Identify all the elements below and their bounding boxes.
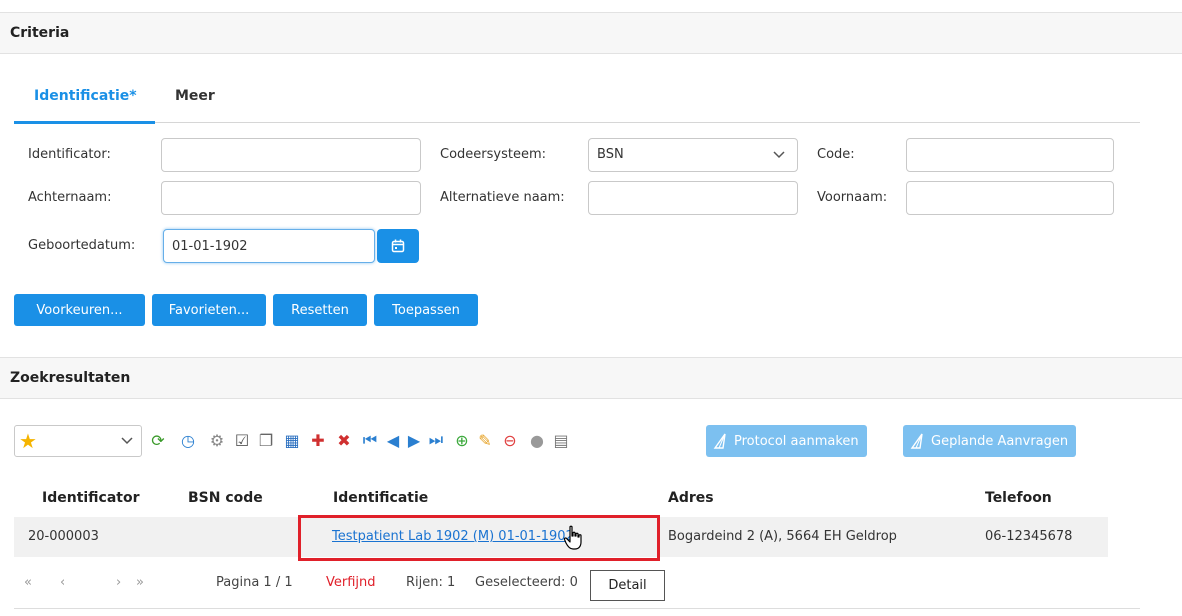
fin-icon bbox=[910, 433, 923, 449]
codeersysteem-label: Codeersysteem: bbox=[440, 147, 546, 162]
favorites-combo[interactable]: ★ bbox=[14, 425, 142, 457]
verfijnd-link[interactable]: Verfijnd bbox=[326, 575, 376, 590]
results-title: Zoekresultaten bbox=[10, 370, 131, 386]
hand-cursor-icon bbox=[563, 525, 585, 555]
remove-icon[interactable]: ⊖ bbox=[500, 430, 520, 450]
code-label: Code: bbox=[817, 147, 855, 162]
pager-rows: Rijen: 1 bbox=[406, 575, 456, 590]
voornaam-label: Voornaam: bbox=[817, 190, 888, 205]
bottom-divider bbox=[14, 608, 1140, 609]
voorkeuren-button[interactable]: Voorkeuren... bbox=[14, 294, 145, 326]
pager-page: Pagina 1 / 1 bbox=[216, 575, 293, 590]
results-header: Zoekresultaten bbox=[0, 357, 1182, 399]
calendar-icon bbox=[391, 239, 405, 253]
tab-active-indicator bbox=[14, 121, 155, 124]
toepassen-button[interactable]: Toepassen bbox=[374, 294, 478, 326]
gear-icon[interactable]: ⚙ bbox=[207, 430, 227, 450]
geboortedatum-input[interactable] bbox=[163, 229, 375, 263]
fin-icon bbox=[713, 433, 726, 449]
geplande-aanvragen-label: Geplande Aanvragen bbox=[931, 433, 1069, 449]
voornaam-input[interactable] bbox=[906, 181, 1114, 215]
pager-first[interactable]: « bbox=[24, 575, 32, 590]
last-page-icon[interactable]: ⏭ bbox=[426, 430, 446, 450]
geboortedatum-label: Geboortedatum: bbox=[28, 238, 136, 253]
column-header-identificatie[interactable]: Identificatie bbox=[333, 490, 428, 506]
edit-icon[interactable]: ✎ bbox=[475, 430, 495, 450]
copy-icon[interactable]: ❐ bbox=[256, 430, 276, 450]
tab-divider bbox=[14, 122, 1140, 123]
refresh-icon[interactable]: ⟳ bbox=[148, 430, 168, 450]
pager-last[interactable]: » bbox=[136, 575, 144, 590]
tab-meer[interactable]: Meer bbox=[175, 88, 215, 104]
alternatieve-naam-input[interactable] bbox=[588, 181, 798, 215]
alternatieve-naam-label: Alternatieve naam: bbox=[440, 190, 565, 205]
pager-next[interactable]: › bbox=[116, 575, 121, 590]
resetten-button[interactable]: Resetten bbox=[273, 294, 367, 326]
highlight-box bbox=[298, 515, 660, 561]
add-icon[interactable]: ⊕ bbox=[452, 430, 472, 450]
geplande-aanvragen-button[interactable]: Geplande Aanvragen bbox=[903, 425, 1077, 457]
protocol-aanmaken-button[interactable]: Protocol aanmaken bbox=[706, 425, 867, 457]
pager-selected: Geselecteerd: 0 bbox=[475, 575, 578, 590]
achternaam-label: Achternaam: bbox=[28, 190, 112, 205]
export-icon[interactable]: ▦ bbox=[282, 430, 302, 450]
clock-refresh-icon[interactable]: ◷ bbox=[178, 430, 198, 450]
chevron-down-icon bbox=[773, 139, 785, 184]
column-header-identificator[interactable]: Identificator bbox=[42, 490, 140, 506]
pin-remove-icon[interactable]: ✖ bbox=[334, 430, 354, 450]
achternaam-input[interactable] bbox=[161, 181, 421, 215]
star-icon: ★ bbox=[19, 429, 37, 453]
codeersysteem-select[interactable]: BSN bbox=[588, 138, 798, 172]
prev-page-icon[interactable]: ◀ bbox=[383, 430, 403, 450]
ghost-icon[interactable]: ● bbox=[527, 430, 547, 450]
criteria-title: Criteria bbox=[10, 25, 70, 41]
detail-tooltip: Detail bbox=[590, 570, 665, 601]
identificator-input[interactable] bbox=[161, 138, 421, 172]
first-page-icon[interactable]: ⏮ bbox=[360, 430, 380, 450]
identificator-label: Identificator: bbox=[28, 147, 111, 162]
column-header-bsn-code[interactable]: BSN code bbox=[188, 490, 263, 506]
report-icon[interactable]: ▤ bbox=[551, 430, 571, 450]
cell-adres: Bogardeind 2 (A), 5664 EH Geldrop bbox=[668, 529, 897, 544]
column-header-adres[interactable]: Adres bbox=[668, 490, 714, 506]
cell-telefoon: 06-12345678 bbox=[985, 529, 1073, 544]
chevron-down-icon bbox=[121, 426, 133, 460]
cell-identificator: 20-000003 bbox=[28, 529, 99, 544]
criteria-header: Criteria bbox=[0, 12, 1182, 54]
pin-add-icon[interactable]: ✚ bbox=[308, 430, 328, 450]
column-header-telefoon[interactable]: Telefoon bbox=[985, 490, 1052, 506]
code-input[interactable] bbox=[906, 138, 1114, 172]
favorieten-button[interactable]: Favorieten... bbox=[152, 294, 266, 326]
calendar-button[interactable] bbox=[377, 229, 419, 263]
protocol-aanmaken-label: Protocol aanmaken bbox=[734, 433, 859, 449]
pager-prev[interactable]: ‹ bbox=[60, 575, 65, 590]
checklist-icon[interactable]: ☑ bbox=[232, 430, 252, 450]
codeersysteem-value: BSN bbox=[597, 147, 624, 162]
next-page-icon[interactable]: ▶ bbox=[404, 430, 424, 450]
tab-identificatie[interactable]: Identificatie* bbox=[34, 88, 137, 104]
